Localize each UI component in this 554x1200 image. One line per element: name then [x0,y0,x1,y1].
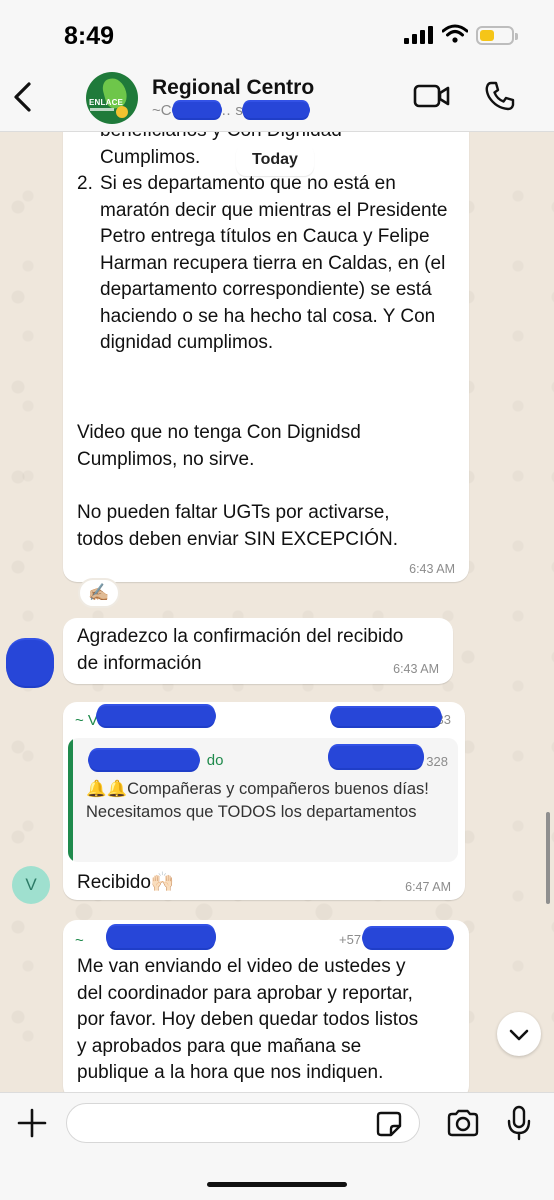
message-input[interactable] [66,1103,420,1143]
plus-icon[interactable] [16,1107,48,1139]
quote-text: 🔔🔔Compañeras y compañeros buenos días! N… [86,780,429,821]
sender-name[interactable]: ~ V [75,712,98,729]
message-text: Me van enviando el video de ustedes y de… [77,956,419,1083]
date-separator: Today [236,144,314,176]
battery-icon [476,26,518,45]
home-indicator [207,1182,347,1187]
redaction-mark [328,746,424,768]
sender-avatar[interactable]: V [12,866,50,904]
group-avatar[interactable]: ENLACE [86,72,138,124]
video-call-icon[interactable] [413,82,451,110]
voice-call-icon[interactable] [484,80,516,112]
message-reaction[interactable]: ✍🏼 [78,578,120,608]
scroll-indicator[interactable] [546,812,550,904]
wifi-icon [442,24,468,43]
composer-bar [0,1092,554,1200]
cellular-signal-icon [404,26,434,44]
scroll-to-bottom-button[interactable] [497,1012,541,1056]
redaction-mark [242,102,310,118]
sticker-icon[interactable] [376,1111,402,1137]
message-text: Agradezco la confirmación del recibido d… [77,626,404,674]
message-text: Recibido🙌🏻 [77,872,175,893]
sender-name[interactable]: ~ [75,932,84,949]
message-text: No pueden faltar UGTs por activarse, tod… [77,502,399,550]
message-time: 6:43 AM [409,562,455,576]
chevron-down-icon [509,1029,529,1041]
message-time: 6:47 AM [405,880,451,894]
group-title[interactable]: Regional Centro [152,76,314,100]
message-text: Video que no tenga Con Dignidsd Cumplimo… [77,422,361,470]
sender-number: +57 [339,932,362,947]
quote-accent-bar [68,738,73,862]
list-item-number: 2. [77,173,93,194]
message-time: 6:43 AM [393,662,439,676]
redaction-mark [88,750,200,770]
status-time: 8:49 [64,22,115,50]
message-text: Si es departamento que no está en marató… [100,173,453,353]
message-bubble[interactable]: beneficiarios y Con Dignidad Cumplimos. … [63,116,469,582]
redacted-avatar [6,640,54,686]
status-bar: 8:49 [0,0,554,62]
redaction-mark [362,928,454,948]
redaction-mark [106,926,216,948]
back-chevron-icon[interactable] [10,80,34,114]
message-bubble[interactable]: Agradezco la confirmación del recibido d… [63,618,453,684]
camera-icon[interactable] [446,1109,480,1137]
redaction-mark [172,102,222,118]
redaction-mark [96,706,216,726]
redaction-mark [330,708,442,726]
chat-header: ENLACE Regional Centro ~C… , ~L… s, ~Fr… [0,62,554,132]
microphone-icon[interactable] [506,1105,532,1141]
quote-number: 328 [426,754,448,769]
